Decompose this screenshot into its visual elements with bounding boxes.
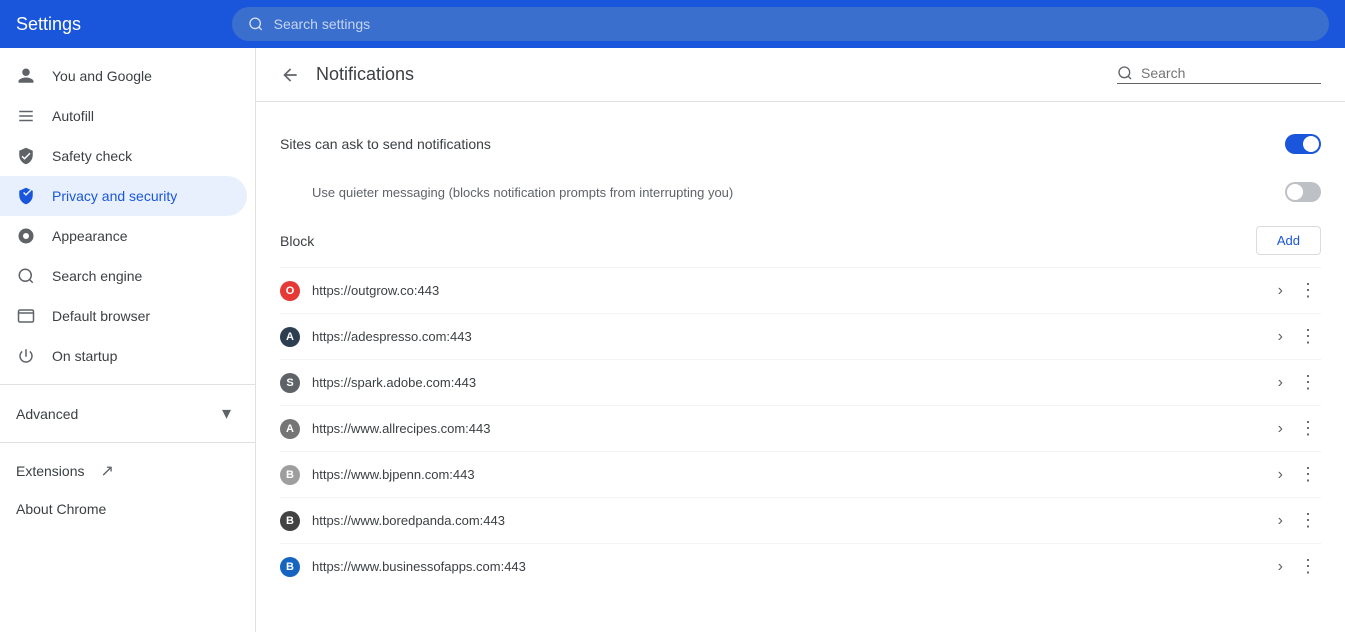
- list-item: Shttps://spark.adobe.com:443 › ⋮: [280, 359, 1321, 405]
- sidebar-item-search-engine[interactable]: Search engine: [0, 256, 247, 296]
- default-browser-icon: [16, 306, 36, 326]
- site-url: https://www.businessofapps.com:443: [312, 559, 1266, 574]
- settings-body: Sites can ask to send notifications Use …: [256, 102, 1345, 605]
- advanced-label: Advanced: [16, 406, 78, 422]
- content-search-bar[interactable]: [1117, 65, 1321, 84]
- sidebar-label-autofill: Autofill: [52, 108, 94, 124]
- sites-can-ask-row: Sites can ask to send notifications: [280, 118, 1321, 170]
- sidebar-advanced-section[interactable]: Advanced ▾: [0, 393, 247, 434]
- autofill-icon: [16, 106, 36, 126]
- sites-can-ask-toggle[interactable]: [1285, 134, 1321, 154]
- more-options-icon[interactable]: ⋮: [1295, 418, 1321, 439]
- back-button[interactable]: [280, 65, 300, 85]
- chevron-right-icon[interactable]: ›: [1278, 558, 1283, 576]
- shield-icon: [16, 146, 36, 166]
- about-chrome-label: About Chrome: [16, 501, 106, 517]
- sidebar-item-on-startup[interactable]: On startup: [0, 336, 247, 376]
- content-title: Notifications: [316, 64, 1101, 85]
- site-favicon: O: [280, 281, 300, 301]
- site-favicon: A: [280, 419, 300, 439]
- site-url: https://www.allrecipes.com:443: [312, 421, 1266, 436]
- chevron-right-icon[interactable]: ›: [1278, 374, 1283, 392]
- block-label: Block: [280, 233, 314, 249]
- search-engine-icon: [16, 266, 36, 286]
- sidebar-item-appearance[interactable]: Appearance: [0, 216, 247, 256]
- sidebar-label-safety-check: Safety check: [52, 148, 132, 164]
- sidebar-item-safety-check[interactable]: Safety check: [0, 136, 247, 176]
- more-options-icon[interactable]: ⋮: [1295, 556, 1321, 577]
- person-icon: [16, 66, 36, 86]
- site-url: https://www.bjpenn.com:443: [312, 467, 1266, 482]
- site-url: https://www.boredpanda.com:443: [312, 513, 1266, 528]
- main-layout: You and Google Autofill Safety check Pri…: [0, 48, 1345, 632]
- site-list: Ohttps://outgrow.co:443›⋮Ahttps://adespr…: [280, 267, 1321, 589]
- topbar: Settings: [0, 0, 1345, 48]
- site-favicon: B: [280, 465, 300, 485]
- chevron-right-icon[interactable]: ›: [1278, 328, 1283, 346]
- sidebar-item-you-and-google[interactable]: You and Google: [0, 56, 247, 96]
- chevron-right-icon[interactable]: ›: [1278, 282, 1283, 300]
- extensions-label: Extensions: [16, 463, 84, 479]
- list-item: Ahttps://adespresso.com:443 › ⋮: [280, 313, 1321, 359]
- list-item: Ohttps://outgrow.co:443 › ⋮: [280, 267, 1321, 313]
- site-favicon: B: [280, 557, 300, 577]
- quieter-messaging-toggle[interactable]: [1285, 182, 1321, 202]
- sidebar-label-appearance: Appearance: [52, 228, 128, 244]
- site-url: https://spark.adobe.com:443: [312, 375, 1266, 390]
- chevron-right-icon[interactable]: ›: [1278, 466, 1283, 484]
- sidebar-label-on-startup: On startup: [52, 348, 117, 364]
- site-favicon: A: [280, 327, 300, 347]
- site-url: https://outgrow.co:443: [312, 283, 1266, 298]
- app-title: Settings: [16, 14, 216, 35]
- list-item: Bhttps://www.businessofapps.com:443 › ⋮: [280, 543, 1321, 589]
- on-startup-icon: [16, 346, 36, 366]
- add-button[interactable]: Add: [1256, 226, 1321, 255]
- sidebar-divider: [0, 384, 255, 385]
- sidebar-item-extensions[interactable]: Extensions ↗: [0, 451, 247, 491]
- sidebar-item-about-chrome[interactable]: About Chrome: [0, 491, 247, 527]
- quieter-messaging-label: Use quieter messaging (blocks notificati…: [312, 185, 733, 200]
- sidebar-item-default-browser[interactable]: Default browser: [0, 296, 247, 336]
- chevron-right-icon[interactable]: ›: [1278, 512, 1283, 530]
- more-options-icon[interactable]: ⋮: [1295, 372, 1321, 393]
- external-link-icon: ↗: [100, 461, 113, 481]
- privacy-icon: [16, 186, 36, 206]
- global-search-input[interactable]: [274, 16, 1313, 32]
- site-url: https://adespresso.com:443: [312, 329, 1266, 344]
- list-item: Bhttps://www.boredpanda.com:443 › ⋮: [280, 497, 1321, 543]
- block-header: Block Add: [280, 214, 1321, 267]
- content-panel: Notifications Sites can ask to send noti…: [256, 48, 1345, 632]
- sidebar-label-default-browser: Default browser: [52, 308, 150, 324]
- list-item: Bhttps://www.bjpenn.com:443 › ⋮: [280, 451, 1321, 497]
- sidebar-label-search-engine: Search engine: [52, 268, 142, 284]
- sidebar-label-you-and-google: You and Google: [52, 68, 152, 84]
- more-options-icon[interactable]: ⋮: [1295, 326, 1321, 347]
- sidebar-label-privacy: Privacy and security: [52, 188, 177, 204]
- global-search-bar[interactable]: [232, 7, 1329, 41]
- search-content-icon: [1117, 65, 1133, 81]
- list-item: Ahttps://www.allrecipes.com:443 › ⋮: [280, 405, 1321, 451]
- more-options-icon[interactable]: ⋮: [1295, 464, 1321, 485]
- more-options-icon[interactable]: ⋮: [1295, 280, 1321, 301]
- content-header: Notifications: [256, 48, 1345, 102]
- sidebar-divider-2: [0, 442, 255, 443]
- site-favicon: S: [280, 373, 300, 393]
- chevron-down-icon: ▾: [222, 403, 231, 424]
- more-options-icon[interactable]: ⋮: [1295, 510, 1321, 531]
- quieter-messaging-row: Use quieter messaging (blocks notificati…: [280, 170, 1321, 214]
- sites-can-ask-label: Sites can ask to send notifications: [280, 136, 491, 152]
- chevron-right-icon[interactable]: ›: [1278, 420, 1283, 438]
- search-icon: [248, 16, 264, 32]
- sidebar-item-privacy-and-security[interactable]: Privacy and security: [0, 176, 247, 216]
- sidebar-item-autofill[interactable]: Autofill: [0, 96, 247, 136]
- site-favicon: B: [280, 511, 300, 531]
- appearance-icon: [16, 226, 36, 246]
- sidebar: You and Google Autofill Safety check Pri…: [0, 48, 256, 632]
- content-search-input[interactable]: [1141, 65, 1321, 81]
